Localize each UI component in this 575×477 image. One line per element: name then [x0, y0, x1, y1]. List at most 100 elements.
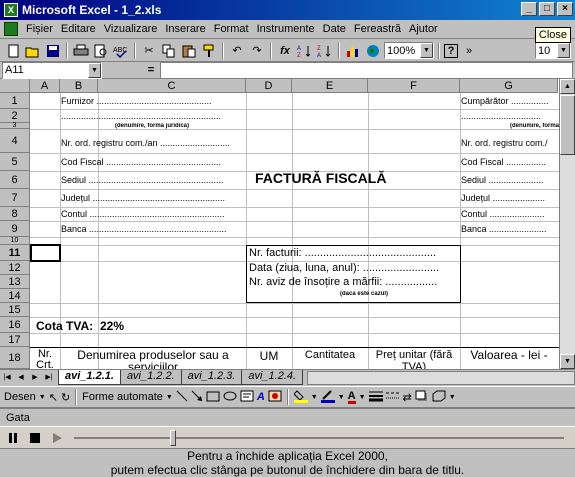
column-header-d[interactable]: D [246, 79, 292, 93]
select-objects-icon[interactable]: ↖ [49, 391, 58, 404]
excel-app-icon[interactable]: X [4, 3, 18, 17]
column-header-c[interactable]: C [98, 79, 246, 93]
column-header-e[interactable]: E [292, 79, 368, 93]
last-sheet-icon[interactable]: ▶| [42, 371, 56, 385]
font-size-select[interactable]: 10 ▼ [535, 42, 571, 59]
minimize-button[interactable]: _ [521, 2, 537, 16]
shadow-icon[interactable] [415, 390, 429, 405]
pause-icon[interactable] [4, 429, 22, 447]
clip-art-icon[interactable] [268, 390, 282, 405]
copy-icon[interactable] [160, 42, 178, 60]
sheet-tab-4[interactable]: avi_1.2.4. [241, 370, 304, 385]
menu-window[interactable]: Fereastră [350, 23, 405, 35]
menu-data[interactable]: Date [319, 23, 350, 35]
zoom-select[interactable]: 100% ▼ [384, 42, 434, 59]
line-style-icon[interactable] [368, 390, 383, 405]
row-header-1[interactable]: 1 [0, 93, 30, 109]
font-color-icon[interactable]: A [347, 390, 356, 404]
spreadsheet-grid[interactable]: A B C D E F G 1 2 3 4 5 6 7 8 9 10 11 12… [0, 79, 575, 369]
scroll-up-icon[interactable]: ▲ [560, 79, 575, 94]
row-header-10[interactable]: 10 [0, 237, 30, 245]
play-icon[interactable] [48, 429, 66, 447]
open-icon[interactable] [24, 42, 42, 60]
formula-equals[interactable]: = [142, 64, 160, 76]
undo-icon[interactable]: ↶ [228, 42, 246, 60]
row-header-4[interactable]: 4 [0, 129, 30, 153]
chevron-down-icon[interactable]: ▼ [557, 43, 570, 58]
vertical-scrollbar[interactable]: ▲ ▼ [559, 79, 575, 369]
prev-sheet-icon[interactable]: ◀ [14, 371, 28, 385]
menu-insert[interactable]: Inserare [161, 23, 209, 35]
row-header-2[interactable]: 2 [0, 109, 30, 123]
first-sheet-icon[interactable]: |◀ [0, 371, 14, 385]
help-icon[interactable]: ? [444, 43, 458, 58]
menu-edit[interactable]: Editare [57, 23, 100, 35]
select-all-corner[interactable] [0, 79, 30, 93]
chevron-down-icon[interactable]: ▼ [420, 43, 433, 58]
arrow-style-icon[interactable]: ⇄ [403, 391, 412, 404]
scroll-down-icon[interactable]: ▼ [560, 354, 575, 369]
chevron-down-icon[interactable]: ▼ [88, 62, 101, 78]
workbook-icon[interactable] [4, 22, 18, 36]
sheet-tab-1[interactable]: avi_1.2.1. [58, 370, 121, 385]
row-header-8[interactable]: 8 [0, 207, 30, 221]
column-header-a[interactable]: A [30, 79, 60, 93]
function-icon[interactable]: fx [276, 42, 294, 60]
menu-file[interactable]: Fișier [22, 23, 57, 35]
redo-icon[interactable]: ↷ [248, 42, 266, 60]
sort-descending-icon[interactable]: ZA [316, 42, 334, 60]
map-icon[interactable] [364, 42, 382, 60]
menu-view[interactable]: Vizualizare [100, 23, 162, 35]
spell-check-icon[interactable]: ABC [112, 42, 130, 60]
progress-knob[interactable] [170, 430, 176, 446]
paste-icon[interactable] [180, 42, 198, 60]
rectangle-icon[interactable] [206, 390, 220, 405]
maximize-button[interactable]: □ [539, 2, 555, 16]
column-header-b[interactable]: B [60, 79, 98, 93]
sort-ascending-icon[interactable]: AZ [296, 42, 314, 60]
format-painter-icon[interactable] [200, 42, 218, 60]
free-rotate-icon[interactable]: ↻ [61, 391, 70, 404]
progress-track[interactable] [74, 437, 564, 439]
close-button[interactable]: × [557, 2, 573, 16]
chevron-down-icon[interactable]: ▼ [311, 394, 318, 401]
print-icon[interactable] [72, 42, 90, 60]
name-box[interactable]: A11 ▼ [2, 61, 102, 79]
column-header-g[interactable]: G [460, 79, 558, 93]
row-header-17[interactable]: 17 [0, 333, 30, 347]
oval-icon[interactable] [223, 390, 237, 405]
row-header-5[interactable]: 5 [0, 153, 30, 171]
chevron-down-icon[interactable]: ▼ [166, 394, 173, 401]
chevron-down-icon[interactable]: ▼ [359, 394, 366, 401]
menu-format[interactable]: Format [210, 23, 253, 35]
row-header-18[interactable]: 18 [0, 347, 30, 369]
row-header-11[interactable]: 11 [0, 245, 30, 261]
stop-icon[interactable] [26, 429, 44, 447]
sheet-tab-3[interactable]: avi_1.2.3. [180, 370, 243, 385]
active-cell-a11[interactable] [30, 244, 61, 262]
save-icon[interactable] [44, 42, 62, 60]
formula-input[interactable] [160, 61, 573, 79]
autoshapes-menu-button[interactable]: Forme automate [82, 391, 163, 403]
menu-help[interactable]: Ajutor [405, 23, 442, 35]
line-color-icon[interactable] [320, 389, 335, 406]
row-header-12[interactable]: 12 [0, 261, 30, 275]
horizontal-scrollbar[interactable] [307, 371, 575, 385]
row-header-9[interactable]: 9 [0, 221, 30, 237]
dash-style-icon[interactable] [385, 390, 400, 405]
row-header-15[interactable]: 15 [0, 303, 30, 317]
row-header-6[interactable]: 6 [0, 171, 30, 189]
chart-wizard-icon[interactable] [344, 42, 362, 60]
wordart-icon[interactable]: A [257, 391, 265, 403]
draw-menu-button[interactable]: Desen [4, 391, 36, 403]
row-header-13[interactable]: 13 [0, 275, 30, 289]
sheet-tab-2[interactable]: avi_1.2.2. [119, 370, 182, 385]
line-icon[interactable] [176, 390, 188, 405]
text-box-icon[interactable] [240, 390, 254, 405]
scroll-thumb[interactable] [560, 95, 575, 155]
row-header-16[interactable]: 16 [0, 317, 30, 333]
new-icon[interactable] [4, 42, 22, 60]
3d-icon[interactable] [432, 390, 446, 405]
next-sheet-icon[interactable]: ▶ [28, 371, 42, 385]
menu-tools[interactable]: Instrumente [253, 23, 319, 35]
